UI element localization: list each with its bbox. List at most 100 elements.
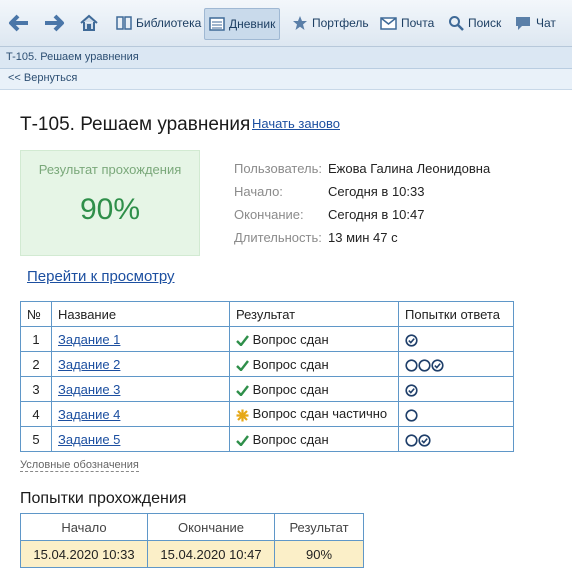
task-result: Вопрос сдан [229, 376, 399, 402]
library-button[interactable]: Библиотека [116, 8, 201, 38]
attempt-row: 15.04.2020 10:33 15.04.2020 10:47 90% [20, 540, 364, 568]
user-value: Ежова Галина Леонидовна [328, 161, 491, 176]
library-label: Библиотека [136, 16, 202, 30]
task-link[interactable]: Задание 2 [58, 357, 120, 372]
result-box: Результат прохождения 90% [20, 150, 200, 256]
table-row: 3 Задание 3 Вопрос сдан [20, 376, 514, 402]
diary-button[interactable]: Дневник [204, 8, 281, 40]
chat-label: Чат [536, 16, 556, 30]
home-button[interactable] [80, 8, 98, 38]
attempt-end: 15.04.2020 10:47 [147, 540, 275, 568]
task-result-text: Вопрос сдан частично [252, 406, 388, 422]
check-icon [236, 359, 249, 371]
legend-link[interactable]: Условные обозначения [20, 459, 139, 472]
end-key: Окончание: [234, 207, 304, 222]
task-link[interactable]: Задание 1 [58, 332, 120, 347]
task-number: 4 [20, 401, 52, 427]
mail-icon [380, 16, 397, 30]
portfolio-label: Портфель [312, 16, 369, 30]
task-number: 5 [20, 426, 52, 452]
task-number: 1 [20, 326, 52, 352]
page-title: Т-105. Решаем уравнения [20, 114, 251, 135]
star-icon [293, 16, 307, 30]
table-row: 1 Задание 1 Вопрос сдан [20, 326, 514, 352]
att-col-start: Начало [20, 513, 148, 541]
result-label: Результат прохождения [38, 162, 182, 177]
attempt-start: 15.04.2020 10:33 [20, 540, 148, 568]
search-label: Поиск [468, 16, 502, 30]
tasks-header-row: № Название Результат Попытки ответа [20, 301, 514, 327]
back-link[interactable]: << Вернуться [8, 72, 77, 84]
task-link[interactable]: Задание 4 [58, 407, 120, 422]
mail-label: Почта [401, 16, 435, 30]
check-icon [236, 334, 249, 346]
book-icon [116, 16, 132, 30]
duration-value: 13 мин 47 с [328, 230, 398, 245]
portfolio-button[interactable]: Портфель [292, 8, 369, 38]
search-icon [449, 16, 464, 31]
att-col-result: Результат [274, 513, 364, 541]
correct-attempt-icon [418, 433, 431, 447]
task-attempts [398, 401, 514, 427]
result-percent: 90% [79, 193, 141, 226]
attempt-result: 90% [274, 540, 364, 568]
duration-key: Длительность: [234, 230, 322, 245]
user-key: Пользователь: [234, 161, 322, 176]
task-number: 2 [20, 351, 52, 377]
review-link[interactable]: Перейти к просмотру [27, 268, 175, 285]
table-row: 2 Задание 2 Вопрос сдан [20, 351, 514, 377]
att-col-end: Окончание [147, 513, 275, 541]
check-icon [236, 434, 249, 446]
chat-icon [516, 17, 530, 30]
task-result-text: Вопрос сдан [252, 356, 329, 372]
correct-attempt-icon [405, 333, 418, 347]
arrow-right-icon [45, 14, 64, 32]
correct-attempt-icon [405, 383, 418, 397]
task-attempts [398, 326, 514, 352]
table-row: 4 Задание 4 Вопрос сдан частично [20, 401, 514, 427]
attempts-table: Начало Окончание Результат 15.04.2020 10… [20, 513, 364, 568]
mail-button[interactable]: Почта [380, 8, 434, 38]
attempts-title: Попытки прохождения [20, 490, 187, 507]
task-result-text: Вопрос сдан [252, 431, 329, 447]
forward-button[interactable] [43, 8, 65, 38]
task-attempts [398, 376, 514, 402]
wrong-attempt-icon [405, 408, 418, 422]
task-attempts [398, 351, 514, 377]
task-result-text: Вопрос сдан [252, 381, 329, 397]
diary-label: Дневник [229, 17, 276, 31]
task-link[interactable]: Задание 3 [58, 382, 120, 397]
table-row: 5 Задание 5 Вопрос сдан [20, 426, 514, 452]
chat-button[interactable]: Чат [514, 8, 556, 38]
col-result: Результат [229, 301, 399, 327]
task-result: Вопрос сдан [229, 351, 399, 377]
check-icon [236, 384, 249, 396]
search-button[interactable]: Поиск [448, 8, 501, 38]
breadcrumb: T-105. Решаем уравнения [0, 47, 572, 69]
restart-link[interactable]: Начать заново [252, 116, 340, 131]
task-attempts [398, 426, 514, 452]
task-number: 3 [20, 376, 52, 402]
col-attempts: Попытки ответа [398, 301, 514, 327]
start-key: Начало: [234, 184, 283, 199]
wrong-attempt-icon [405, 433, 418, 447]
back-bar: << Вернуться [0, 69, 572, 90]
task-result: Вопрос сдан [229, 326, 399, 352]
task-result: Вопрос сдан [229, 426, 399, 452]
end-value: Сегодня в 10:47 [328, 207, 425, 222]
wrong-attempt-icon [405, 358, 418, 372]
tasks-table: № Название Результат Попытки ответа 1 Зад… [20, 301, 514, 452]
home-icon [80, 14, 98, 31]
task-result: Вопрос сдан частично [229, 401, 399, 427]
arrow-left-icon [9, 14, 28, 32]
task-result-text: Вопрос сдан [252, 331, 329, 347]
breadcrumb-text: T-105. Решаем уравнения [6, 51, 139, 63]
wrong-attempt-icon [418, 358, 431, 372]
task-link[interactable]: Задание 5 [58, 432, 120, 447]
attempts-header-row: Начало Окончание Результат [20, 513, 364, 541]
main-toolbar: Библиотека Дневник Портфель Почта Поиск … [0, 0, 572, 47]
col-name: Название [51, 301, 230, 327]
start-value: Сегодня в 10:33 [328, 184, 425, 199]
diary-icon [209, 17, 225, 31]
back-button[interactable] [8, 8, 30, 38]
